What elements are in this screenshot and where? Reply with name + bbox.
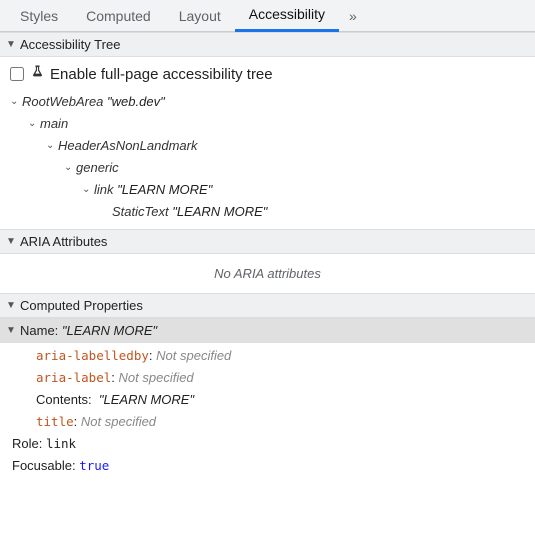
caret-down-icon[interactable]: ⌄ [46, 135, 58, 157]
caret-down-icon[interactable]: ⌄ [28, 113, 40, 135]
ax-role: main [40, 113, 68, 135]
accessibility-tree-pane: Enable full-page accessibility tree ⌄ Ro… [0, 57, 535, 229]
prop-value: Not specified [119, 370, 194, 385]
disclosure-triangle-icon[interactable]: ▼ [6, 300, 16, 311]
ax-role: generic [76, 157, 119, 179]
prop-focusable: Focusable: true [0, 455, 535, 477]
enable-full-page-tree-row: Enable full-page accessibility tree [8, 63, 527, 91]
prop-key: Role: [12, 436, 42, 451]
ax-role: HeaderAsNonLandmark [58, 135, 197, 157]
prop-value: Not specified [156, 348, 231, 363]
computed-name-row[interactable]: ▼ Name: "LEARN MORE" [0, 318, 535, 343]
ax-name: "LEARN MORE" [117, 179, 212, 201]
flask-icon [30, 65, 44, 83]
tab-overflow[interactable]: » [339, 0, 367, 32]
prop-value: "LEARN MORE" [99, 392, 194, 407]
prop-role: Role: link [0, 433, 535, 455]
section-title: Accessibility Tree [20, 37, 120, 52]
prop-value: Not specified [81, 414, 156, 429]
prop-value: true [79, 458, 109, 473]
computed-name-value: "LEARN MORE" [62, 323, 157, 338]
ax-role: link [94, 179, 114, 201]
prop-contents: Contents: "LEARN MORE" [0, 389, 535, 411]
tree-node-link[interactable]: ⌄ link "LEARN MORE" [82, 179, 527, 201]
tree-node-statictext[interactable]: ⌄ StaticText "LEARN MORE" [100, 201, 527, 223]
ax-name: "LEARN MORE" [172, 201, 267, 223]
accessibility-tree: ⌄ RootWebArea "web.dev" ⌄ main ⌄ [8, 91, 527, 223]
tab-accessibility[interactable]: Accessibility [235, 0, 339, 32]
disclosure-triangle-icon[interactable]: ▼ [6, 236, 16, 247]
computed-name-label: Name: [20, 323, 58, 338]
prop-key: aria-labelledby [36, 348, 149, 363]
prop-key: Contents: [36, 392, 92, 407]
disclosure-triangle-icon[interactable]: ▼ [6, 39, 16, 50]
tree-node-rootwebarea[interactable]: ⌄ RootWebArea "web.dev" [10, 91, 527, 113]
prop-title: title: Not specified [0, 411, 535, 433]
section-header-computed-properties[interactable]: ▼ Computed Properties [0, 293, 535, 318]
devtools-tabbar: Styles Computed Layout Accessibility » [0, 0, 535, 32]
caret-down-icon[interactable]: ⌄ [64, 157, 76, 179]
ax-name: "web.dev" [107, 91, 165, 113]
ax-role: StaticText [112, 201, 169, 223]
prop-key: aria-label [36, 370, 111, 385]
disclosure-triangle-icon[interactable]: ▼ [6, 325, 16, 336]
tab-styles[interactable]: Styles [6, 0, 72, 32]
prop-aria-labelledby: aria-labelledby: Not specified [0, 345, 535, 367]
aria-attributes-empty: No ARIA attributes [0, 254, 535, 293]
enable-full-page-tree-label: Enable full-page accessibility tree [50, 66, 273, 83]
tab-computed[interactable]: Computed [72, 0, 165, 32]
prop-aria-label: aria-label: Not specified [0, 367, 535, 389]
caret-down-icon[interactable]: ⌄ [82, 179, 94, 201]
tree-node-headerasnonlandmark[interactable]: ⌄ HeaderAsNonLandmark [46, 135, 527, 157]
prop-key: Focusable: [12, 458, 76, 473]
section-header-accessibility-tree[interactable]: ▼ Accessibility Tree [0, 32, 535, 57]
tree-node-main[interactable]: ⌄ main [28, 113, 527, 135]
tab-layout[interactable]: Layout [165, 0, 235, 32]
section-title: ARIA Attributes [20, 234, 107, 249]
caret-down-icon[interactable]: ⌄ [10, 91, 22, 113]
computed-properties-list: aria-labelledby: Not specified aria-labe… [0, 343, 535, 487]
tree-node-generic[interactable]: ⌄ generic [64, 157, 527, 179]
prop-value: link [46, 436, 76, 451]
ax-role: RootWebArea [22, 91, 103, 113]
enable-full-page-tree-checkbox[interactable] [10, 67, 24, 81]
section-title: Computed Properties [20, 298, 143, 313]
section-header-aria-attributes[interactable]: ▼ ARIA Attributes [0, 229, 535, 254]
prop-key: title [36, 414, 74, 429]
